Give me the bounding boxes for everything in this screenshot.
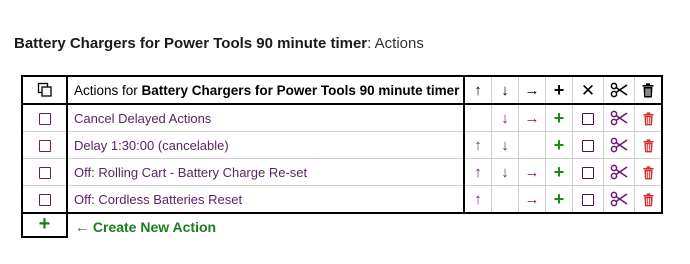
delete-checkbox[interactable]	[582, 140, 594, 153]
table-row: Off: Rolling Cart - Battery Charge Re-se…	[21, 158, 663, 186]
plus-icon[interactable]: +	[554, 135, 565, 155]
plus-icon[interactable]: +	[39, 213, 51, 235]
down-arrow-icon[interactable]: ↓	[501, 82, 509, 99]
right-arrow-icon[interactable]: →	[525, 110, 540, 127]
trash-icon[interactable]	[642, 112, 654, 126]
indent-header[interactable]: →	[518, 75, 546, 105]
right-arrow-icon[interactable]: →	[525, 164, 540, 181]
scissors-icon[interactable]	[610, 110, 628, 126]
cut-header[interactable]	[603, 75, 635, 105]
scissors-icon[interactable]	[610, 164, 628, 180]
scissors-icon[interactable]	[610, 82, 628, 98]
scissors-icon[interactable]	[610, 137, 628, 153]
table-header-row: Actions for Battery Chargers for Power T…	[21, 75, 663, 105]
page-title-bold: Battery Chargers for Power Tools 90 minu…	[14, 35, 368, 52]
move-down-header[interactable]: ↓	[491, 75, 519, 105]
plus-icon[interactable]: +	[554, 189, 565, 209]
delete-checkbox[interactable]	[582, 167, 594, 180]
header-prefix: Actions for	[74, 82, 142, 98]
table-row: Cancel Delayed Actions ↓ → +	[21, 103, 663, 132]
right-arrow-icon[interactable]: →	[525, 191, 540, 208]
move-up-header[interactable]: ↑	[463, 75, 492, 105]
scissors-icon[interactable]	[610, 191, 628, 207]
row-select-checkbox[interactable]	[38, 140, 51, 153]
row-select-checkbox[interactable]	[38, 194, 51, 207]
down-arrow-icon[interactable]: ↓	[501, 164, 509, 181]
plus-icon[interactable]: +	[554, 80, 565, 100]
delete-header[interactable]: ✕	[572, 75, 604, 105]
plus-icon[interactable]: +	[554, 162, 565, 182]
trash-icon[interactable]	[642, 83, 654, 98]
up-arrow-icon[interactable]: ↑	[474, 191, 482, 208]
action-link[interactable]: Off: Cordless Batteries Reset	[74, 192, 242, 207]
delete-checkbox[interactable]	[582, 113, 594, 126]
actions-header-title: Actions for Battery Chargers for Power T…	[66, 75, 465, 105]
table-row: Off: Cordless Batteries Reset ↑ → +	[21, 185, 663, 214]
header-bold: Battery Chargers for Power Tools 90 minu…	[141, 82, 460, 98]
action-link[interactable]: Delay 1:30:00 (cancelable)	[74, 138, 229, 153]
create-new-action-label[interactable]: Create New Action	[93, 219, 216, 235]
up-arrow-icon[interactable]: ↑	[474, 164, 482, 181]
table-row: Delay 1:30:00 (cancelable) ↑ ↓ +	[21, 131, 663, 159]
add-header[interactable]: +	[545, 75, 573, 105]
down-arrow-icon[interactable]: ↓	[501, 110, 509, 127]
trash-icon[interactable]	[642, 139, 654, 153]
trash-icon[interactable]	[642, 166, 654, 180]
copy-icon[interactable]	[37, 82, 53, 98]
trash-header[interactable]	[634, 75, 663, 105]
left-arrow-icon: ←	[75, 219, 89, 235]
down-arrow-icon[interactable]: ↓	[501, 137, 509, 154]
copy-header-cell[interactable]	[21, 75, 68, 105]
row-select-checkbox[interactable]	[38, 113, 51, 126]
actions-table: Actions for Battery Chargers for Power T…	[21, 75, 663, 214]
add-action-button[interactable]: +	[21, 212, 68, 238]
page-title-rest: : Actions	[367, 35, 424, 52]
row-select-checkbox[interactable]	[38, 167, 51, 180]
plus-icon[interactable]: +	[554, 108, 565, 128]
action-link[interactable]: Off: Rolling Cart - Battery Charge Re-se…	[74, 165, 307, 180]
delete-checkbox[interactable]	[582, 194, 594, 207]
trash-icon[interactable]	[642, 193, 654, 207]
right-arrow-icon[interactable]: →	[525, 82, 540, 99]
up-arrow-icon[interactable]: ↑	[474, 137, 482, 154]
up-arrow-icon[interactable]: ↑	[474, 82, 482, 99]
close-icon[interactable]: ✕	[581, 81, 595, 100]
create-new-action-link[interactable]: ← Create New Action	[75, 219, 216, 235]
action-link[interactable]: Cancel Delayed Actions	[74, 111, 211, 126]
page-title: Battery Chargers for Power Tools 90 minu…	[14, 35, 424, 52]
